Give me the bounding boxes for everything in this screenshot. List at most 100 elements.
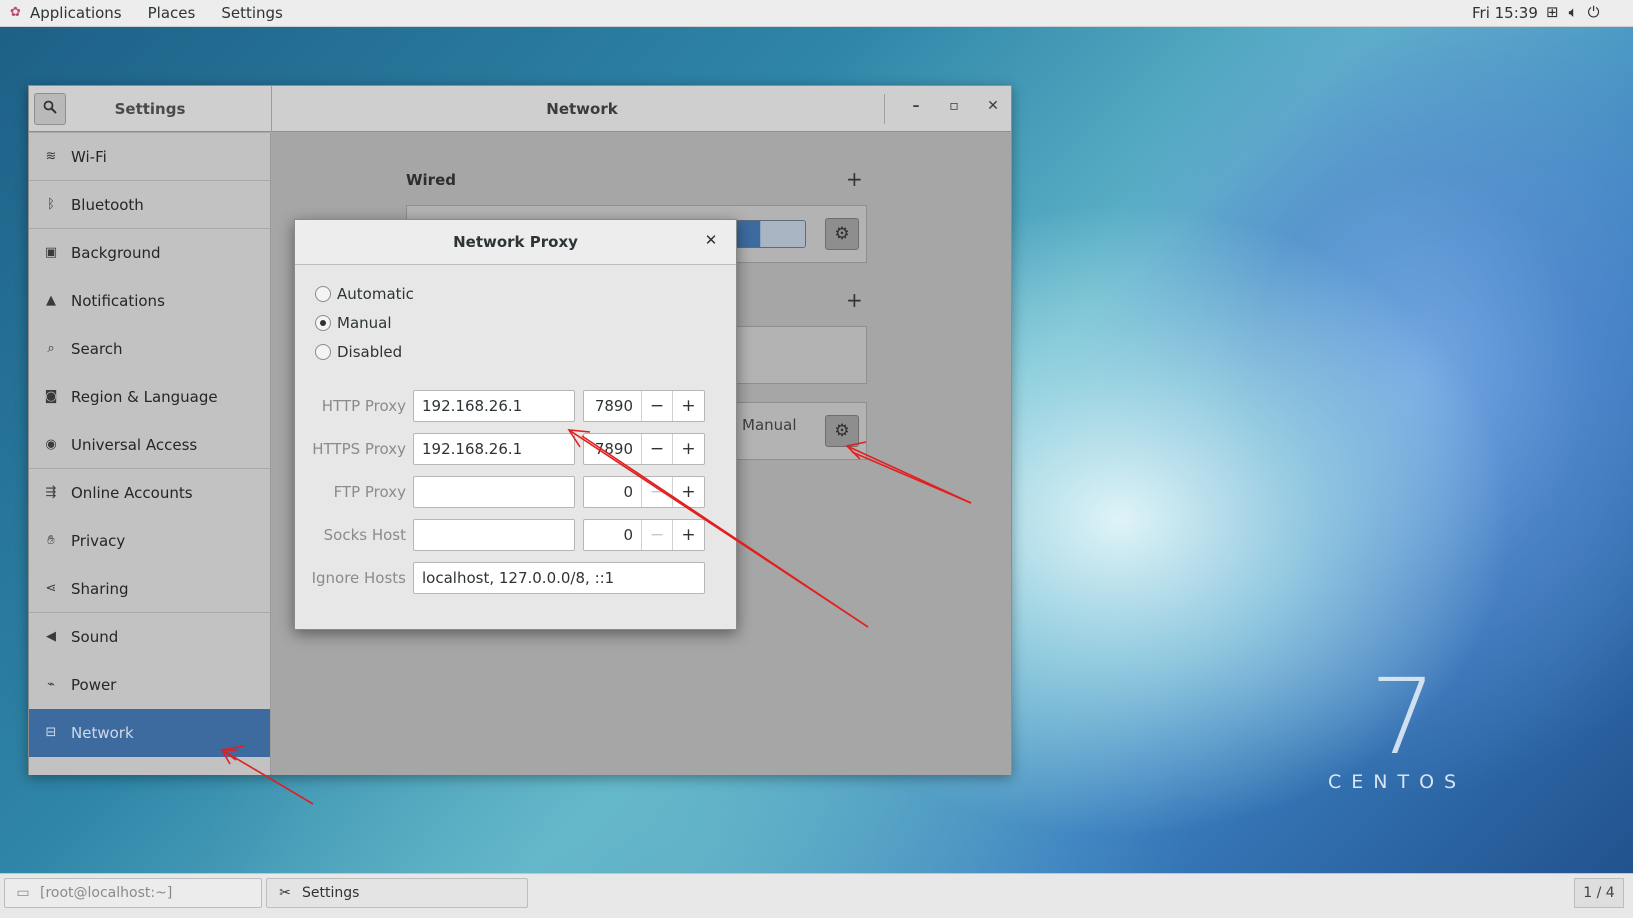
- socks-port-stepper[interactable]: 0 − +: [583, 519, 705, 551]
- clock[interactable]: Fri 15:39: [1472, 4, 1538, 22]
- port-increment-button[interactable]: +: [673, 434, 704, 464]
- maximize-button[interactable]: ▫: [943, 98, 965, 120]
- sidebar-item-label: Sharing: [71, 579, 129, 598]
- port-decrement-button[interactable]: −: [642, 391, 673, 421]
- sidebar-item-label: Region & Language: [71, 387, 218, 406]
- sidebar-item-background[interactable]: ▣ Background: [29, 229, 270, 277]
- network-icon: ⊟: [45, 725, 57, 740]
- radio-button[interactable]: [315, 286, 331, 302]
- taskbar-item-settings[interactable]: ✂︎ Settings: [266, 878, 528, 908]
- radio-label: Manual: [337, 314, 392, 332]
- http-proxy-port-stepper[interactable]: 7890 − +: [583, 390, 705, 422]
- sidebar-item-network[interactable]: ⊟ Network: [29, 709, 270, 757]
- port-increment-button[interactable]: +: [673, 477, 704, 507]
- radio-automatic[interactable]: Automatic: [315, 285, 414, 303]
- ftp-proxy-host-input[interactable]: [413, 476, 575, 508]
- port-decrement-button[interactable]: −: [642, 434, 673, 464]
- bluetooth-icon: ᛒ: [47, 197, 55, 212]
- radio-button[interactable]: [315, 315, 331, 331]
- http-proxy-label: HTTP Proxy: [321, 397, 406, 415]
- system-tray[interactable]: ⊞ 🔈︎ ⏻: [1546, 3, 1599, 21]
- toggle-knob: [761, 221, 805, 247]
- speaker-icon: ◀︎: [46, 629, 56, 644]
- sidebar-item-label: Background: [71, 243, 161, 262]
- page-title: Network: [546, 100, 618, 118]
- minimize-button[interactable]: –: [905, 98, 927, 120]
- centos-logo-text: CENTOS: [1328, 771, 1467, 793]
- radio-disabled[interactable]: Disabled: [315, 343, 402, 361]
- ftp-proxy-port-stepper[interactable]: 0 − +: [583, 476, 705, 508]
- places-menu[interactable]: Places: [148, 4, 196, 22]
- https-proxy-label: HTTPS Proxy: [312, 440, 406, 458]
- taskbar-item-terminal[interactable]: ▭ [root@localhost:~]: [4, 878, 262, 908]
- radio-manual[interactable]: Manual: [315, 314, 392, 332]
- http-proxy-host-input[interactable]: 192.168.26.1: [413, 390, 575, 422]
- socks-host-input[interactable]: [413, 519, 575, 551]
- settings-menu[interactable]: Settings: [221, 4, 283, 22]
- background-icon: ▣: [44, 245, 58, 260]
- network-proxy-dialog: Network Proxy ✕ Automatic Manual Disable…: [294, 219, 737, 630]
- port-value[interactable]: 0: [584, 520, 642, 550]
- power-icon[interactable]: ⏻: [1588, 3, 1600, 21]
- sidebar-item-label: Sound: [71, 627, 119, 646]
- dialog-title: Network Proxy: [453, 233, 578, 251]
- close-button[interactable]: ✕: [982, 98, 1004, 120]
- dialog-header: Network Proxy ✕: [295, 220, 736, 265]
- sidebar-item-search[interactable]: ⌕ Search: [29, 325, 270, 373]
- add-wired-button[interactable]: +: [846, 167, 863, 191]
- sidebar-item-power[interactable]: ⌁ Power: [29, 661, 270, 709]
- volume-icon[interactable]: 🔈︎: [1569, 3, 1578, 21]
- task-label: Settings: [302, 885, 360, 901]
- add-vpn-button[interactable]: +: [846, 288, 863, 312]
- proxy-mode-label: Manual: [742, 416, 797, 434]
- https-proxy-host-input[interactable]: 192.168.26.1: [413, 433, 575, 465]
- top-bar: ✿ Applications Places Settings Fri 15:39…: [0, 0, 1633, 27]
- sidebar-item-sound[interactable]: ◀︎ Sound: [29, 613, 270, 661]
- ftp-proxy-label: FTP Proxy: [333, 483, 406, 501]
- sidebar-item-online-accounts[interactable]: ⇶ Online Accounts: [29, 469, 270, 517]
- sidebar-item-wifi[interactable]: ≋ Wi-Fi: [29, 133, 270, 181]
- ignore-hosts-label: Ignore Hosts: [311, 569, 406, 587]
- port-value[interactable]: 7890: [584, 391, 642, 421]
- camera-icon: ◙: [44, 389, 58, 404]
- port-decrement-button[interactable]: −: [642, 477, 673, 507]
- port-increment-button[interactable]: +: [673, 520, 704, 550]
- sidebar-item-label: Online Accounts: [71, 483, 193, 502]
- sidebar-item-universal-access[interactable]: ◉ Universal Access: [29, 421, 270, 469]
- sidebar-item-region-language[interactable]: ◙ Region & Language: [29, 373, 270, 421]
- network-icon[interactable]: ⊞: [1546, 3, 1559, 21]
- search-icon: ⌕: [47, 341, 55, 356]
- applications-menu[interactable]: Applications: [30, 4, 122, 22]
- workspace-indicator[interactable]: 1 / 4: [1574, 878, 1624, 908]
- power-plug-icon: ⌁: [47, 677, 55, 692]
- window-header: Settings Network – ▫ ✕: [29, 86, 1011, 132]
- proxy-settings-button[interactable]: ⚙: [825, 415, 859, 447]
- accessibility-icon: ◉: [45, 437, 57, 452]
- sidebar-item-label: Wi-Fi: [71, 147, 107, 166]
- ignore-hosts-input[interactable]: localhost, 127.0.0.0/8, ::1: [413, 562, 705, 594]
- sidebar-item-label: Power: [71, 675, 117, 694]
- https-proxy-port-stepper[interactable]: 7890 − +: [583, 433, 705, 465]
- online-accounts-icon: ⇶: [45, 485, 57, 500]
- radio-label: Automatic: [337, 285, 414, 303]
- port-value[interactable]: 0: [584, 477, 642, 507]
- sidebar-item-sharing[interactable]: ⋖ Sharing: [29, 565, 270, 613]
- sidebar-item-label: Bluetooth: [71, 195, 144, 214]
- port-increment-button[interactable]: +: [673, 391, 704, 421]
- controls-divider: [884, 94, 885, 124]
- sidebar-item-label: Notifications: [71, 291, 165, 310]
- dialog-close-button[interactable]: ✕: [701, 231, 721, 251]
- hand-icon: ✋︎: [47, 533, 55, 548]
- sidebar-item-notifications[interactable]: ▲ Notifications: [29, 277, 270, 325]
- applications-icon: ✿: [10, 5, 21, 20]
- wifi-icon: ≋: [45, 149, 57, 164]
- centos-logo-number: 7: [1370, 656, 1437, 778]
- port-decrement-button[interactable]: −: [642, 520, 673, 550]
- sidebar-item-bluetooth[interactable]: ᛒ Bluetooth: [29, 181, 270, 229]
- close-icon: ✕: [704, 231, 718, 249]
- wired-settings-button[interactable]: ⚙: [825, 218, 859, 250]
- radio-button[interactable]: [315, 344, 331, 360]
- port-value[interactable]: 7890: [584, 434, 642, 464]
- bottom-taskbar: ▭ [root@localhost:~] ✂︎ Settings 1 / 4: [0, 873, 1633, 918]
- sidebar-item-privacy[interactable]: ✋︎ Privacy: [29, 517, 270, 565]
